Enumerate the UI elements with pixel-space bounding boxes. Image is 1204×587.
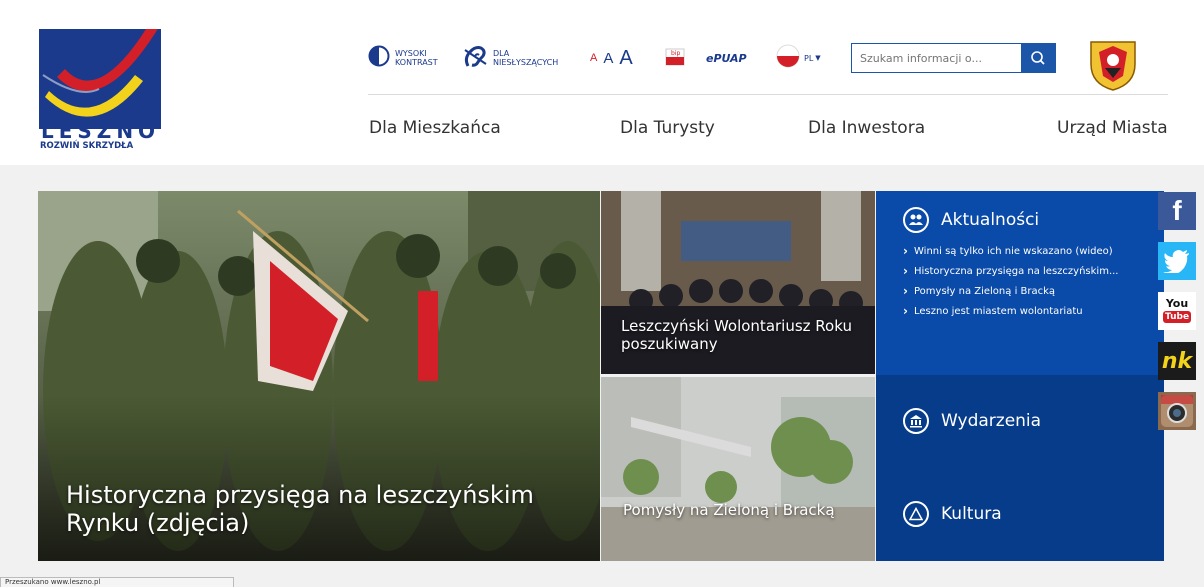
news-header[interactable]: Aktualności (903, 207, 1039, 233)
tile-green-street[interactable]: Pomysły na Zieloną i Bracką (601, 377, 875, 561)
deaf-access-link[interactable]: DLA NIESŁYSZĄCYCH (462, 40, 558, 76)
search-icon (1031, 51, 1045, 65)
events-culture-section: Wydarzenia Kultura (876, 375, 1164, 561)
instagram-icon (1161, 395, 1193, 427)
logo-subtitle: ROZWIŃ SKRZYDŁA (40, 141, 134, 151)
logo-title: LESZNO (41, 119, 161, 143)
news-item-link[interactable]: Leszno jest miastem wolontariatu (903, 305, 1153, 318)
nav-item-city-hall[interactable]: Urząd Miasta (1057, 118, 1168, 138)
search-input[interactable] (852, 44, 1038, 72)
font-size-medium-button[interactable]: A (603, 50, 613, 67)
twitter-button[interactable] (1158, 242, 1196, 280)
tile-green-street-caption: Pomysły na Zieloną i Bracką (623, 501, 835, 519)
language-label: PL (804, 53, 814, 63)
logo-emblem (39, 21, 161, 129)
header-divider (368, 94, 1168, 95)
news-item-link[interactable]: Winni są tylko ich nie wskazano (wideo) (903, 245, 1153, 258)
browser-status-bar: Przeszukano www.leszno.pl (0, 577, 234, 587)
events-link[interactable]: Wydarzenia (903, 408, 1041, 434)
font-size-small-button[interactable]: A (590, 52, 597, 64)
facebook-icon: f (1172, 195, 1182, 226)
bip-link[interactable]: bip (664, 40, 686, 76)
tile-volunteer[interactable]: Leszczyński Wolontariusz Roku poszukiwan… (601, 191, 875, 374)
culture-title: Kultura (941, 504, 1002, 524)
nk-button[interactable]: nk (1158, 342, 1196, 380)
high-contrast-toggle[interactable]: WYSOKI KONTRAST (368, 40, 438, 76)
logo-swoosh-icon (39, 21, 161, 129)
instagram-button[interactable] (1158, 392, 1196, 430)
poland-flag-icon (776, 44, 800, 72)
search-box (851, 43, 1056, 73)
language-select[interactable]: PL ▼ (776, 40, 821, 76)
culture-link[interactable]: Kultura (903, 501, 1002, 527)
contrast-label-line1: WYSOKI (395, 49, 427, 58)
sidebar-panel: Aktualności Winni są tylko ich nie wskaz… (876, 191, 1164, 561)
site-header: LESZNO ROZWIŃ SKRZYDŁA WYSOKI KONTRAST D… (0, 0, 1204, 165)
contrast-icon (368, 45, 390, 71)
contrast-label-line2: KONTRAST (395, 58, 438, 67)
youtube-icon-bottom: Tube (1162, 311, 1192, 323)
font-size-large-button[interactable]: A (619, 47, 632, 70)
svg-text:bip: bip (671, 50, 680, 57)
nav-item-residents[interactable]: Dla Mieszkańca (369, 118, 501, 138)
bip-icon: bip (664, 45, 686, 71)
warning-icon (903, 501, 929, 527)
tile-volunteer-caption: Leszczyński Wolontariusz Roku poszukiwan… (621, 317, 852, 353)
news-list: Winni są tylko ich nie wskazano (wideo) … (903, 245, 1153, 326)
nav-item-investors[interactable]: Dla Inwestora (808, 118, 925, 138)
ear-icon (462, 44, 488, 72)
building-icon (903, 408, 929, 434)
coat-of-arms-icon[interactable] (1085, 38, 1141, 92)
events-title: Wydarzenia (941, 411, 1042, 431)
site-logo[interactable]: LESZNO ROZWIŃ SKRZYDŁA (39, 15, 163, 155)
chevron-down-icon: ▼ (815, 54, 821, 62)
news-item-link[interactable]: Pomysły na Zieloną i Bracką (903, 285, 1153, 298)
epuap-label: ePUAP (706, 51, 747, 65)
news-title: Aktualności (941, 210, 1040, 230)
feature-tile-oath[interactable]: Historyczna przysięga na leszczyńskim Ry… (38, 191, 600, 561)
news-section: Aktualności Winni są tylko ich nie wskaz… (876, 191, 1164, 375)
facebook-button[interactable]: f (1158, 192, 1196, 230)
twitter-icon (1163, 250, 1189, 273)
deaf-label-line1: DLA (493, 49, 510, 58)
nk-icon: nk (1161, 348, 1193, 374)
feature-caption: Historyczna przysięga na leszczyńskim Ry… (66, 481, 534, 537)
people-icon (903, 207, 929, 233)
youtube-button[interactable]: You Tube (1158, 292, 1196, 330)
street-rendering-photo (601, 377, 875, 561)
epuap-link[interactable]: ePUAP (706, 40, 747, 76)
deaf-label-line2: NIESŁYSZĄCYCH (493, 58, 559, 67)
nav-item-tourists[interactable]: Dla Turysty (620, 118, 715, 138)
search-button[interactable] (1021, 44, 1055, 72)
news-item-link[interactable]: Historyczna przysięga na leszczyńskim... (903, 265, 1153, 278)
youtube-icon-top: You (1165, 297, 1189, 310)
